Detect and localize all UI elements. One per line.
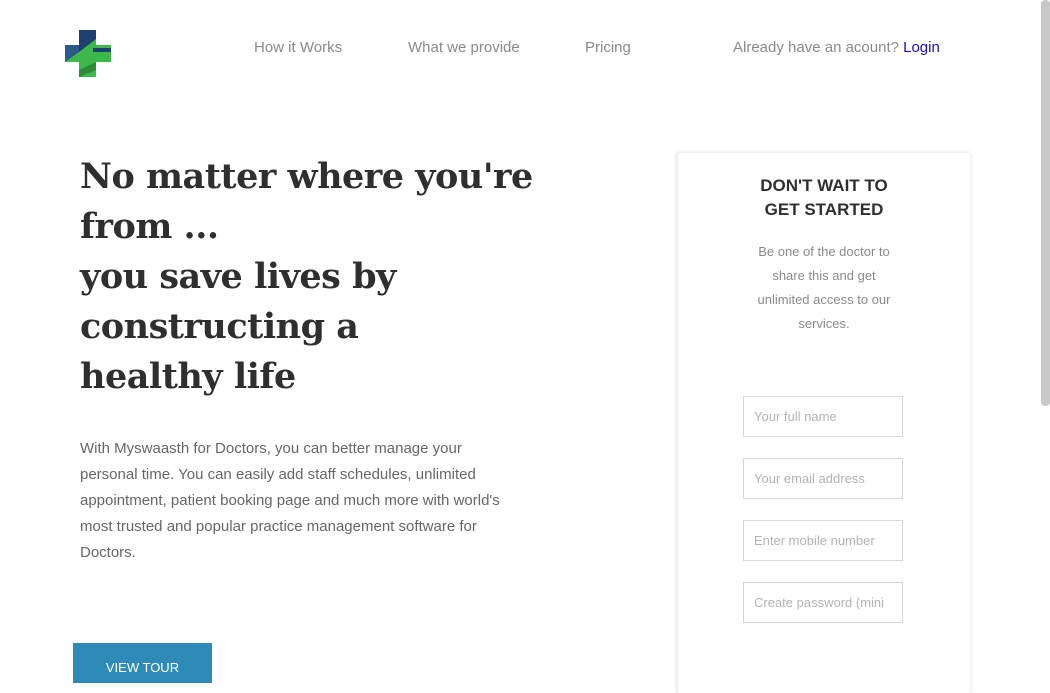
signup-card: DON'T WAIT TO GET STARTED Be one of the … xyxy=(677,153,970,693)
account-login-area: Already have an acount? Login xyxy=(733,39,940,56)
signup-title: DON'T WAIT TO GET STARTED xyxy=(678,174,970,222)
headline-line: healthy life xyxy=(80,356,296,397)
headline-line: you save lives by xyxy=(80,256,396,297)
signup-title-line: GET STARTED xyxy=(764,200,884,219)
headline-line: No matter where you're xyxy=(80,156,533,197)
page-scrollbar[interactable] xyxy=(1041,0,1050,406)
full-name-input[interactable] xyxy=(743,396,903,437)
mobile-number-input[interactable] xyxy=(743,520,903,561)
hero-intro-text: With Myswaasth for Doctors, you can bett… xyxy=(80,440,500,561)
hero-headline: No matter where you're from ... you save… xyxy=(80,152,550,402)
nav-what-we-provide[interactable]: What we provide xyxy=(408,39,520,56)
password-input[interactable] xyxy=(743,582,903,623)
headline-line: from ... xyxy=(80,206,219,247)
nav-pricing[interactable]: Pricing xyxy=(585,39,631,56)
view-tour-button[interactable]: VIEW TOUR xyxy=(73,643,212,683)
signup-description: Be one of the doctor to share this and g… xyxy=(757,244,891,331)
account-prompt: Already have an acount? xyxy=(733,39,899,56)
login-link[interactable]: Login xyxy=(903,39,940,56)
brand-logo-icon[interactable] xyxy=(65,30,111,77)
nav-how-it-works[interactable]: How it Works xyxy=(254,39,342,56)
headline-line: constructing a xyxy=(80,306,359,347)
signup-title-line: DON'T WAIT TO xyxy=(760,176,888,195)
email-input[interactable] xyxy=(743,458,903,499)
